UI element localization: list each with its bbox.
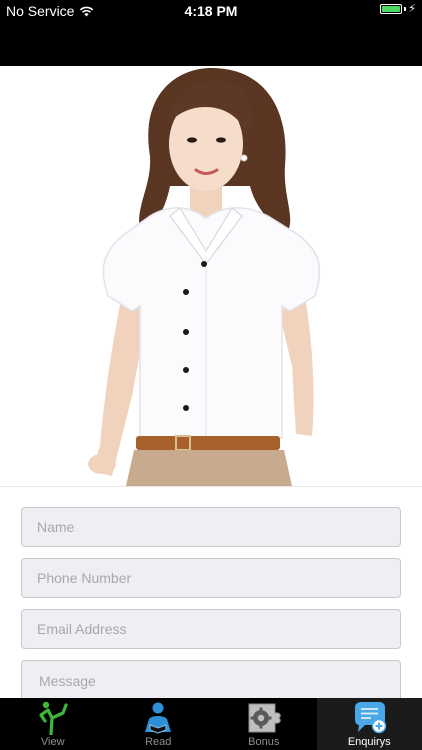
tab-label: View (40, 736, 65, 748)
tab-read[interactable]: Read (106, 698, 212, 750)
status-bar: No Service 4:18 PM ⚡ (0, 0, 422, 66)
battery-cap (404, 7, 407, 11)
chat-bubble-plus-icon (351, 701, 387, 735)
person-reading-icon (140, 701, 176, 735)
tab-enquirys[interactable]: Enquirys (316, 698, 422, 750)
name-input[interactable] (22, 508, 400, 546)
puzzle-gear-icon (246, 701, 282, 735)
email-address-input[interactable] (22, 610, 400, 648)
clock: 4:18 PM (184, 3, 238, 19)
product-photo (0, 66, 422, 487)
tab-view[interactable]: View (0, 698, 106, 750)
battery-icon (380, 4, 403, 14)
status-row: No Service 4:18 PM ⚡ (0, 0, 422, 22)
tab-bonus[interactable]: Bonus (211, 698, 317, 750)
screen: No Service 4:18 PM ⚡ Name Phone Number E… (0, 0, 422, 750)
battery-indicator: ⚡ (380, 3, 416, 15)
tab-label: Read (145, 736, 172, 748)
name-field-wrapper (21, 507, 401, 547)
tab-label: Bonus (248, 736, 280, 748)
email-field-wrapper (21, 609, 401, 649)
tab-label: Enquirys (347, 736, 391, 748)
charging-bolt-icon: ⚡ (408, 3, 416, 15)
battery-fill (382, 6, 401, 12)
yoga-figure-icon (35, 701, 71, 735)
model-illustration (88, 68, 321, 486)
tab-bar: View Read Bonus Enquirys (0, 698, 422, 750)
phone-number-input[interactable] (22, 559, 400, 597)
phone-field-wrapper (21, 558, 401, 598)
